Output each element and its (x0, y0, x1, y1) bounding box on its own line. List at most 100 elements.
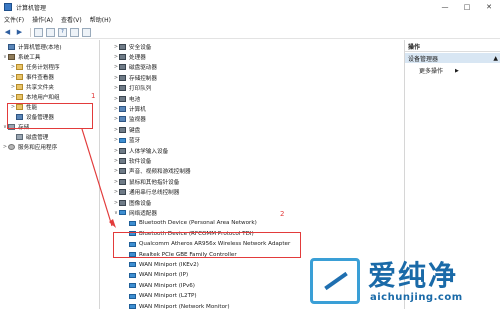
dev-icon (119, 85, 126, 92)
tree-item-label: 安全设备 (129, 44, 152, 51)
submenu-arrow-icon: ▶ (455, 67, 459, 74)
nav-tree-item[interactable]: > 服务和应用程序 (2, 142, 57, 151)
tree-item-label: 事件查看器 (26, 74, 54, 81)
dev-icon (119, 126, 126, 133)
dev-icon (119, 43, 126, 50)
device-tree-item[interactable]: > 监视器 (113, 115, 146, 124)
actions-section-label: 设备管理器 (408, 55, 439, 63)
tree-item-label: 鼠标和其他指针设备 (129, 179, 180, 186)
menu-action[interactable]: 操作(A) (32, 15, 53, 24)
annotation-number-2: 2 (280, 210, 285, 218)
device-tree-item[interactable]: > 图像设备 (113, 198, 151, 207)
title-bar: 计算机管理 — □ ✕ (0, 0, 500, 14)
toolbar-separator (30, 27, 31, 37)
collapse-icon[interactable]: ▲ (493, 55, 498, 62)
device-tree-item[interactable]: > 通用串行总线控制器 (113, 188, 179, 197)
help-icon[interactable]: ? (58, 27, 67, 37)
nav-tree-item[interactable]: > 任务计划程序 (10, 62, 60, 71)
device-tree-item[interactable]: > 打印队列 (113, 84, 151, 93)
dev-icon (119, 64, 126, 71)
tree-item-label: 通用串行总线控制器 (129, 190, 180, 197)
device-tree-item[interactable]: > 磁盘驱动器 (113, 63, 157, 72)
tree-item-label: 图像设备 (129, 200, 152, 207)
device-tree-item[interactable]: > 存储控制器 (113, 73, 157, 82)
back-icon[interactable]: ◀ (3, 28, 12, 37)
watermark: 爱纯净 aichunjing.com (302, 252, 500, 309)
device-tree-item[interactable]: WAN Miniport (IPv6) (123, 281, 195, 290)
computer-management-icon (4, 3, 12, 11)
close-button[interactable]: ✕ (478, 0, 500, 14)
tree-item-label: 打印队列 (129, 86, 152, 93)
forward-icon[interactable]: ▶ (15, 28, 24, 37)
highlight-box-network-adapters (113, 232, 301, 258)
tree-item-label: 电池 (129, 96, 141, 103)
device-tree-item[interactable]: WAN Miniport (Network Monitor) (123, 302, 230, 309)
dev-icon (119, 157, 126, 164)
pc-icon (119, 105, 126, 112)
device-tree-item[interactable]: > 安全设备 (113, 42, 151, 51)
pc-icon (119, 116, 126, 123)
tree-item-label: Bluetooth Device (Personal Area Network) (139, 220, 257, 227)
dev-icon (119, 53, 126, 60)
menu-help[interactable]: 帮助(H) (90, 15, 111, 24)
dev-icon (119, 178, 126, 185)
more-actions-item[interactable]: 更多操作 ▶ (419, 66, 459, 76)
maximize-button[interactable]: □ (456, 0, 478, 14)
actions-section-device-manager[interactable]: 设备管理器 ▲ (405, 53, 500, 63)
device-tree-item[interactable]: > 人体学输入设备 (113, 146, 168, 155)
device-tree-item[interactable]: WAN Miniport (IP) (123, 271, 188, 280)
device-tree-item[interactable]: > 电池 (113, 94, 140, 103)
device-tree-item[interactable]: > 蓝牙 (113, 136, 140, 145)
device-tree-item[interactable]: WAN Miniport (L2TP) (123, 292, 197, 301)
net-icon (129, 283, 136, 289)
dev-icon (119, 95, 126, 102)
nav-tree-item[interactable]: > 共享文件夹 (10, 82, 54, 91)
device-tree-item[interactable]: ∨ 网络适配器 (113, 208, 157, 217)
minimize-button[interactable]: — (434, 0, 456, 14)
folder-icon[interactable] (34, 27, 43, 37)
device-tree-item[interactable]: Bluetooth Device (Personal Area Network) (123, 219, 257, 228)
monitor-icon[interactable] (82, 27, 91, 37)
tree-item-label: 服务和应用程序 (18, 144, 58, 151)
nav-tree-item[interactable]: ∨ 系统工具 (2, 52, 40, 61)
toolbar: ◀ ▶ ? (0, 26, 500, 39)
nav-tree-item[interactable]: > 事件查看器 (10, 72, 54, 81)
tree-item-label: WAN Miniport (Network Monitor) (139, 303, 230, 309)
device-tree-item[interactable]: > 处理器 (113, 52, 146, 61)
highlight-box-device-manager (7, 103, 93, 129)
tree-item-label: 磁盘驱动器 (129, 65, 157, 72)
net-icon (129, 272, 136, 278)
tree-item-label: 磁盘管理 (26, 134, 49, 141)
device-tree-item[interactable]: > 声音、视频和游戏控制器 (113, 167, 191, 176)
tree-item-label: 监视器 (129, 117, 146, 124)
device-tree-item[interactable]: > 鼠标和其他指针设备 (113, 177, 179, 186)
device-tree-item[interactable]: > 计算机 (113, 104, 146, 113)
tree-item-label: 声音、视频和游戏控制器 (129, 169, 191, 176)
dev-icon (119, 74, 126, 81)
properties-icon[interactable] (46, 27, 55, 37)
menu-file[interactable]: 文件(F) (4, 15, 24, 24)
net-icon (129, 262, 136, 268)
device-tree-item[interactable]: WAN Miniport (IKEv2) (123, 260, 199, 269)
tree-item-label: 系统工具 (18, 54, 41, 61)
window-title: 计算机管理 (16, 4, 47, 12)
nav-tree-item[interactable]: 计算机管理(本地) (2, 42, 62, 51)
device-tree-item[interactable]: > 键盘 (113, 125, 140, 134)
device-tree-item[interactable]: > 软件设备 (113, 156, 151, 165)
tree-item-label: 计算机管理(本地) (18, 44, 62, 51)
tree-item-label: WAN Miniport (IPv6) (139, 282, 195, 289)
tree-item-label: 人体学输入设备 (129, 148, 169, 155)
svc-icon (8, 143, 15, 150)
tree-item-label: 键盘 (129, 127, 141, 134)
watermark-url: aichunjing.com (370, 292, 463, 303)
net-icon (119, 137, 126, 143)
view-icon[interactable] (70, 27, 79, 37)
disk-icon (16, 133, 23, 140)
folder-icon (16, 83, 23, 90)
nav-tree-item[interactable]: 磁盘管理 (10, 132, 48, 141)
menu-bar: 文件(F) 操作(A) 查看(V) 帮助(H) (0, 14, 500, 25)
menu-view[interactable]: 查看(V) (61, 15, 82, 24)
net-icon (119, 210, 126, 216)
nav-tree-item[interactable]: > 本地用户和组 (10, 92, 60, 101)
tree-item-label: 软件设备 (129, 158, 152, 165)
